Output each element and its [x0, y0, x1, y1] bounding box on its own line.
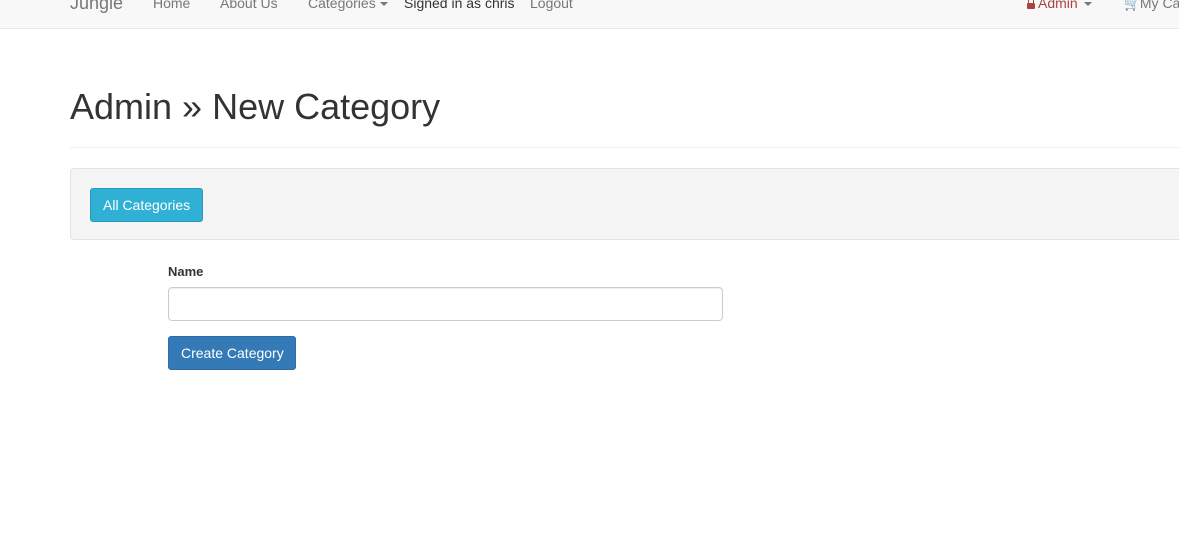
toolbar-well: All Categories	[70, 168, 1179, 240]
all-categories-button[interactable]: All Categories	[90, 188, 203, 222]
category-name-input[interactable]	[168, 287, 723, 321]
my-cart-link[interactable]: 🛒 My Cart	[1124, 0, 1179, 28]
top-navbar: Jungle Home About Us Categories Signed i…	[0, 0, 1179, 29]
admin-label: Admin	[1038, 0, 1078, 11]
create-category-button[interactable]: Create Category	[168, 336, 296, 370]
my-cart-label: My Cart	[1139, 0, 1179, 11]
nav-categories-dropdown[interactable]: Categories	[308, 0, 388, 28]
shopping-cart-icon: 🛒	[1124, 0, 1141, 11]
caret-down-icon	[379, 2, 388, 7]
nav-about-link[interactable]: About Us	[220, 0, 278, 28]
lock-icon	[1027, 0, 1035, 9]
logout-link[interactable]: Logout	[530, 0, 573, 28]
nav-home-link[interactable]: Home	[153, 0, 190, 28]
title-divider	[70, 147, 1179, 148]
name-field-label: Name	[168, 264, 204, 279]
signed-in-text: Signed in as chris	[404, 0, 515, 11]
admin-dropdown[interactable]: Admin	[1027, 0, 1092, 28]
page-title: Admin » New Category	[70, 86, 441, 127]
nav-categories-label: Categories	[308, 0, 376, 11]
brand-link[interactable]: Jungle	[70, 0, 123, 28]
caret-down-icon	[1083, 2, 1092, 7]
